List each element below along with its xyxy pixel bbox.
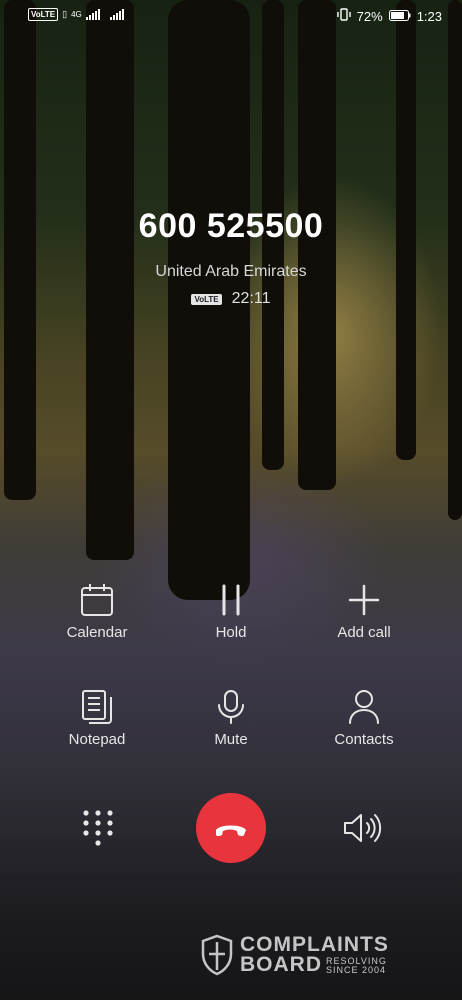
pause-icon — [211, 580, 251, 620]
status-bar: VoLTE ▯ 4G 72% 1:23 — [0, 6, 462, 28]
complaints-board-watermark: COMPLAINTS BOARD RESOLVING SINCE 2004 — [200, 934, 389, 976]
volte-signal-icon: ▯ — [62, 9, 68, 19]
watermark-line1: COMPLAINTS — [240, 933, 389, 956]
watermark-tag2: SINCE 2004 — [326, 965, 387, 975]
hang-up-icon — [216, 825, 246, 837]
phone-number: 600 525500 — [138, 207, 324, 245]
battery-percent: 72% — [356, 8, 383, 24]
plus-icon — [344, 580, 384, 620]
signal-strength-2-icon — [109, 9, 124, 20]
battery-icon — [388, 9, 411, 24]
notepad-icon — [77, 687, 117, 727]
shield-logo-icon — [201, 934, 233, 976]
add-call-label: Add call — [337, 624, 391, 641]
volte-tag: VoLTE — [191, 293, 222, 305]
vibrate-icon — [336, 8, 351, 24]
notepad-button[interactable]: Notepad — [32, 687, 162, 748]
watermark-line2: BOARD — [240, 953, 322, 976]
microphone-icon — [211, 687, 251, 727]
notepad-label: Notepad — [68, 731, 126, 748]
hold-button[interactable]: Hold — [166, 580, 296, 641]
add-call-button[interactable]: Add call — [299, 580, 429, 641]
speaker-button[interactable] — [342, 812, 384, 844]
volte-indicator: VoLTE — [28, 8, 59, 21]
mute-label: Mute — [214, 731, 248, 748]
hold-label: Hold — [215, 624, 247, 641]
clock: 1:23 — [416, 8, 442, 24]
end-call-button[interactable] — [196, 793, 266, 863]
mute-button[interactable]: Mute — [166, 687, 296, 748]
contacts-label: Contacts — [334, 731, 394, 748]
person-icon — [344, 687, 384, 727]
calendar-icon — [77, 580, 117, 620]
dialpad-icon — [83, 810, 113, 846]
calendar-label: Calendar — [66, 624, 128, 641]
dialpad-button[interactable] — [80, 808, 116, 848]
call-duration: 22:11 — [231, 290, 271, 307]
calendar-button[interactable]: Calendar — [32, 580, 162, 641]
speaker-icon — [344, 814, 382, 842]
caller-location: United Arab Emirates — [155, 263, 307, 280]
contacts-button[interactable]: Contacts — [299, 687, 429, 748]
signal-strength-icon — [85, 9, 100, 20]
network-type: 4G — [71, 9, 82, 19]
call-info-row: VoLTE 22:11 — [0, 290, 462, 308]
